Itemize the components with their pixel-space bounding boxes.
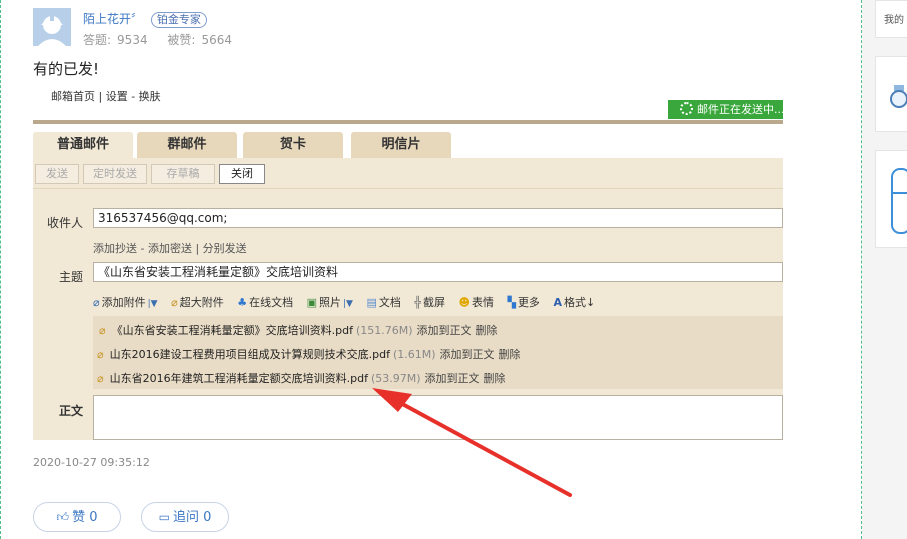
subject-label: 主题 <box>59 270 84 284</box>
tab-group-mail[interactable]: 群邮件 <box>137 132 237 158</box>
user-level-badge: 铂金专家 <box>150 12 207 28</box>
sidebar-card-profile[interactable]: 我的 <box>875 0 907 38</box>
more-button[interactable]: ▚ 更多 <box>507 294 539 310</box>
likes-count: 5664 <box>201 33 233 47</box>
sidebar-card-app[interactable] <box>875 150 907 248</box>
add-to-body-link[interactable]: 添加到正文 <box>417 324 472 337</box>
more-label: 更多 <box>517 296 540 309</box>
answer-text: 有的已发! <box>33 60 100 78</box>
screenshot-button[interactable]: ╬ 截屏 <box>414 294 445 310</box>
body-label: 正文 <box>59 404 84 418</box>
attachment-item: ⌀ 山东2016建设工程费用项目组成及计算规则技术交底.pdf (1.61M) 添加到… <box>97 346 521 362</box>
compose-area: 发送 定时发送 存草稿 关闭 收件人 316537456@qq.com; 添加抄… <box>33 158 783 440</box>
sending-status-text: 邮件正在发送中... <box>697 103 783 116</box>
online-doc-label: 在线文档 <box>249 296 294 309</box>
subject-input[interactable]: 《山东省安装工程消耗量定额》交底培训资料 <box>93 262 783 282</box>
followup-button[interactable]: ▭ 追问 0 <box>141 502 229 532</box>
caret-down-icon[interactable]: |▼ <box>343 299 353 309</box>
user-name[interactable]: 陌上花开〞 <box>83 12 143 26</box>
delete-attachment-link[interactable]: 删除 <box>499 348 521 361</box>
emoji-button[interactable]: ☻ 表情 <box>459 294 494 310</box>
attachment-item: ⌀ 《山东省安装工程消耗量定额》交底培训资料.pdf (151.76M) 添加到正文删… <box>99 322 498 338</box>
attachment-size: (151.76M) <box>355 324 413 337</box>
recipient-sub-links[interactable]: 添加抄送 - 添加密送 | 分别发送 <box>93 240 247 256</box>
online-doc-button[interactable]: ♣ 在线文档 <box>237 294 293 310</box>
email-screenshot: 邮箱首页 | 设置 - 换肤 邮件正在发送中... 普通邮件 群邮件 贺卡 明信… <box>33 84 783 440</box>
add-attachment-button[interactable]: ⌀ 添加附件 |▼ <box>93 294 158 310</box>
caret-down-icon[interactable]: |▼ <box>148 299 158 309</box>
document-icon: ▤ <box>366 296 377 309</box>
screenshot-icon: ╬ <box>414 296 421 309</box>
spinner-icon <box>680 102 693 115</box>
tab-greeting-card[interactable]: 贺卡 <box>243 132 343 158</box>
paperclip-icon: ⌀ <box>99 324 106 337</box>
paperclip-icon: ⌀ <box>97 372 104 385</box>
emoji-icon: ☻ <box>458 296 470 309</box>
likes-label: 被赞: <box>167 33 196 47</box>
sending-status: 邮件正在发送中... <box>668 100 783 119</box>
sidebar-card-medal[interactable] <box>875 56 907 132</box>
close-button[interactable]: 关闭 <box>219 164 265 184</box>
medal-icon <box>890 85 907 108</box>
answers-count: 9534 <box>117 33 148 47</box>
thumbs-up-icon: 👍︎ <box>56 510 70 524</box>
paperclip-icon: ⌀ <box>97 348 104 361</box>
large-attachment-button[interactable]: ⌀ 超大附件 <box>171 294 224 310</box>
format-label: 格式 <box>563 296 586 309</box>
online-doc-icon: ♣ <box>237 296 248 309</box>
body-editor[interactable] <box>93 395 783 440</box>
attachment-item: ⌀ 山东省2016年建筑工程消耗量定额交底培训资料.pdf (53.97M) 添加到正… <box>97 370 506 386</box>
recipient-label: 收件人 <box>47 216 84 230</box>
followup-label: 追问 0 <box>172 510 212 525</box>
answers-label: 答题: <box>83 33 112 47</box>
answer-panel: 陌上花开〞 铂金专家 答题: 9534 被赞: 5664 有的已发! 邮箱首页 | … <box>0 0 862 539</box>
format-toggle-icon: ↓ <box>585 296 596 309</box>
post-timestamp: 2020-10-27 09:35:12 <box>33 456 150 469</box>
tab-postcard[interactable]: 明信片 <box>351 132 451 158</box>
sidebar-top-text: 我的 <box>884 15 904 26</box>
photo-button[interactable]: ▣ 照片 |▼ <box>307 294 353 310</box>
photo-label: 照片 <box>319 296 341 309</box>
format-button[interactable]: A 格式↓ <box>553 294 595 310</box>
attachment-name: 山东2016建设工程费用项目组成及计算规则技术交底.pdf <box>109 348 390 361</box>
like-label: 赞 0 <box>72 510 98 525</box>
mail-top-links: 邮箱首页 | 设置 - 换肤 <box>51 90 161 103</box>
screenshot-label: 截屏 <box>423 296 445 309</box>
delete-attachment-link[interactable]: 删除 <box>484 372 506 385</box>
attach-toolbar: ⌀ 添加附件 |▼ ⌀ 超大附件 ♣ 在线文档 ▣ 照片 |▼ ▤ 文档 ╬ 截屏 ☻ 表情 ▚ 更… <box>93 294 605 310</box>
paperclip-icon: ⌀ <box>171 296 178 309</box>
document-button[interactable]: ▤ 文档 <box>366 294 400 310</box>
delete-attachment-link[interactable]: 删除 <box>476 324 498 337</box>
photo-icon: ▣ <box>306 296 317 309</box>
save-draft-button[interactable]: 存草稿 <box>151 164 215 184</box>
send-button[interactable]: 发送 <box>35 164 79 184</box>
format-icon: A <box>553 296 562 309</box>
add-to-body-link[interactable]: 添加到正文 <box>425 372 480 385</box>
toolbar-divider <box>33 188 783 189</box>
large-attachment-label: 超大附件 <box>179 296 224 309</box>
header-bar <box>33 120 783 124</box>
chat-icon: ▭ <box>158 510 170 524</box>
app-card-icon <box>891 168 907 234</box>
like-button[interactable]: 👍︎ 赞 0 <box>33 502 121 532</box>
add-to-body-link[interactable]: 添加到正文 <box>440 348 495 361</box>
tab-normal-mail[interactable]: 普通邮件 <box>33 132 133 158</box>
attachment-name: 山东省2016年建筑工程消耗量定额交底培训资料.pdf <box>109 372 368 385</box>
user-stats: 答题: 9534 被赞: 5664 <box>83 31 238 48</box>
add-attachment-label: 添加附件 <box>101 296 146 309</box>
attachment-name: 《山东省安装工程消耗量定额》交底培训资料.pdf <box>111 324 353 337</box>
more-icon: ▚ <box>507 296 516 309</box>
emoji-label: 表情 <box>471 296 494 309</box>
recipient-input[interactable]: 316537456@qq.com; <box>93 208 783 228</box>
document-label: 文档 <box>378 296 401 309</box>
attachment-size: (1.61M) <box>392 348 436 361</box>
schedule-send-button[interactable]: 定时发送 <box>83 164 147 184</box>
attachment-size: (53.97M) <box>370 372 421 385</box>
paperclip-icon: ⌀ <box>93 296 100 309</box>
user-avatar[interactable] <box>33 8 71 46</box>
user-name-line: 陌上花开〞 铂金专家 <box>83 10 207 28</box>
attachment-list: ⌀ 《山东省安装工程消耗量定额》交底培训资料.pdf (151.76M) 添加到正文删… <box>93 316 783 389</box>
